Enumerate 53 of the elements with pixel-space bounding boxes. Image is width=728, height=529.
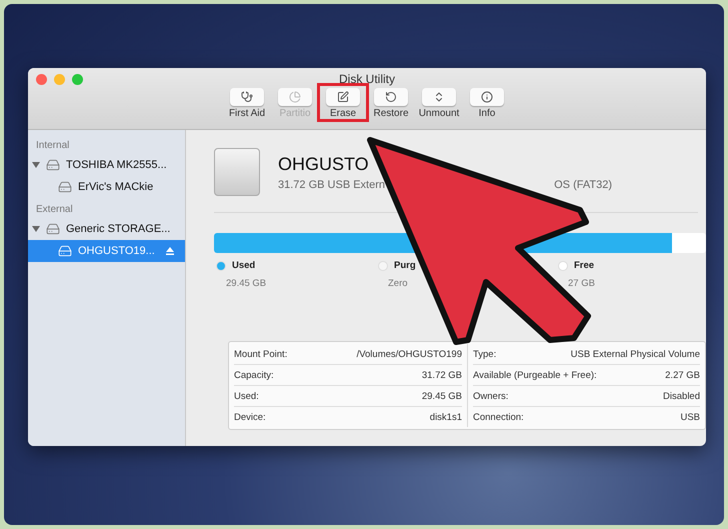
info-value: Disabled (663, 390, 700, 402)
window-title: Disk Utility (339, 72, 395, 86)
toolbar-button[interactable]: Info (466, 88, 508, 119)
disclosure-triangle-icon[interactable] (32, 225, 40, 233)
section-heading: External (35, 203, 74, 217)
info-value: disk1s1 (430, 412, 462, 422)
legend-label: Purg (394, 260, 416, 271)
close-button[interactable] (36, 74, 47, 85)
drive-icon (46, 158, 60, 172)
toolbar-button[interactable]: Unmount (418, 88, 460, 119)
drive-icon (46, 222, 60, 236)
volume-format: OS (FAT32) (554, 178, 612, 190)
info-value: 2.27 GB (665, 370, 700, 380)
toolbar-button[interactable]: First Aid (226, 88, 268, 119)
info-value: 29.45 GB (422, 390, 462, 402)
stethoscope-icon (241, 91, 253, 103)
legend-value: 27 GB (567, 278, 595, 289)
volume-description: 31.72 GB USB Extern (278, 178, 385, 190)
pencil-square-icon (337, 91, 349, 103)
info-icon (481, 91, 493, 103)
section-heading: Internal (35, 139, 70, 153)
info-label: Mount Point: (234, 348, 288, 360)
info-value: USB External Physical Volume (570, 348, 700, 360)
sidebar-item[interactable]: ErVic's MACkie (28, 176, 185, 198)
info-label: Type: (473, 348, 496, 360)
legend-value: 29.45 GB (225, 278, 266, 289)
info-value: 31.72 GB (422, 370, 462, 380)
toolbar-button[interactable]: Restore (370, 88, 412, 119)
drive-icon (214, 148, 260, 196)
info-label: Capacity: (234, 370, 274, 380)
info-label: Available (Purgeable + Free): (473, 370, 597, 380)
sidebar-item[interactable]: OHGUSTO19... (28, 240, 185, 262)
drive-icon (58, 180, 72, 194)
sidebar-item[interactable]: Generic STORAGE... (28, 218, 185, 240)
legend-label: Used (232, 260, 256, 271)
disclosure-triangle-icon[interactable] (32, 161, 40, 169)
info-label: Connection: (473, 412, 524, 422)
drive-icon (58, 244, 72, 258)
legend-label: Free (574, 260, 594, 271)
info-label: Device: (234, 412, 266, 422)
info-value: /Volumes/OHGUSTO199 (356, 348, 462, 360)
info-label: Used: (234, 390, 259, 402)
pie-chart-icon (289, 91, 301, 103)
info-value: USB (680, 412, 700, 422)
eject-icon[interactable] (165, 246, 175, 256)
up-down-icon (433, 91, 445, 103)
sidebar-item[interactable]: TOSHIBA MK2555... (28, 154, 185, 176)
volume-name: OHGUSTO (278, 154, 369, 174)
zoom-button[interactable] (72, 74, 83, 85)
info-label: Owners: (473, 390, 508, 402)
toolbar-button[interactable]: Erase (322, 88, 364, 119)
legend-value: Zero (387, 278, 408, 289)
rotate-icon (385, 91, 397, 103)
